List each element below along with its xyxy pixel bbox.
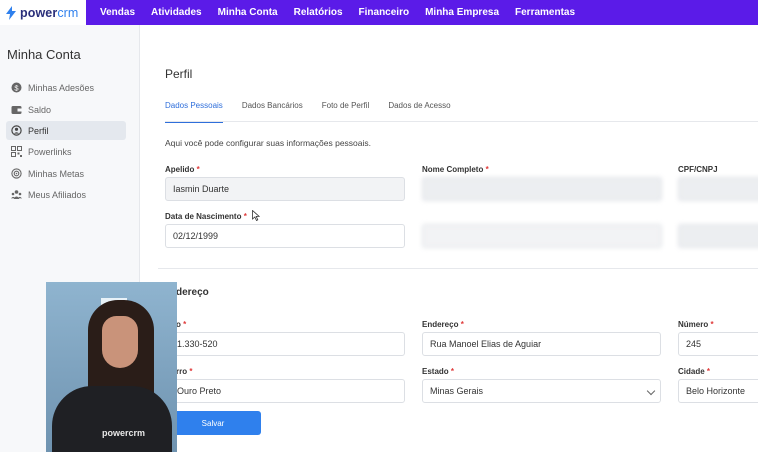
sidebar-item-label: Meus Afiliados bbox=[28, 189, 87, 200]
sidebar-title: Minha Conta bbox=[7, 47, 81, 62]
bairro-input[interactable]: Ouro Preto bbox=[165, 379, 405, 403]
sidebar-item-label: Minhas Metas bbox=[28, 168, 85, 179]
sidebar-item-powerlinks[interactable]: Powerlinks bbox=[6, 142, 126, 161]
main-nav: Vendas Atividades Minha Conta Relatórios… bbox=[100, 0, 591, 25]
sidebar-item-label: Powerlinks bbox=[28, 146, 72, 157]
brand-name: powercrm bbox=[20, 5, 79, 20]
section-divider bbox=[158, 268, 758, 269]
apelido-input[interactable]: Iasmin Duarte bbox=[165, 177, 405, 201]
cpf-cnpj-input[interactable] bbox=[678, 177, 758, 201]
blurred-field-1[interactable] bbox=[422, 224, 662, 248]
chevron-down-icon bbox=[646, 386, 656, 396]
shirt-logo-text: powercrm bbox=[102, 428, 146, 438]
sidebar-item-saldo[interactable]: Saldo bbox=[6, 100, 126, 119]
sidebar-item-meus-afiliados[interactable]: Meus Afiliados bbox=[6, 185, 126, 204]
nav-financeiro[interactable]: Financeiro bbox=[359, 7, 410, 18]
sidebar-item-perfil[interactable]: Perfil bbox=[6, 121, 126, 140]
address-section-title: dereço bbox=[176, 287, 209, 298]
nascimento-input[interactable]: 02/12/1999 bbox=[165, 224, 405, 248]
nav-ferramentas[interactable]: Ferramentas bbox=[515, 7, 575, 18]
sidebar-item-minhas-metas[interactable]: Minhas Metas bbox=[6, 164, 126, 183]
nav-minha-conta[interactable]: Minha Conta bbox=[218, 7, 278, 18]
webcam-overlay: powercrm bbox=[46, 282, 177, 452]
sidebar-item-label: Saldo bbox=[28, 104, 52, 115]
endereco-label: Endereço * bbox=[422, 320, 464, 329]
nav-relatorios[interactable]: Relatórios bbox=[294, 7, 343, 18]
numero-label: Número * bbox=[678, 320, 714, 329]
cpf-cnpj-label: CPF/CNPJ bbox=[678, 165, 718, 174]
apelido-label: Apelido * bbox=[165, 165, 200, 174]
nome-completo-label: Nome Completo * bbox=[422, 165, 489, 174]
numero-input[interactable]: 245 bbox=[678, 332, 758, 356]
nav-atividades[interactable]: Atividades bbox=[151, 7, 202, 18]
nome-completo-input[interactable] bbox=[422, 177, 662, 201]
save-button[interactable]: Salvar bbox=[165, 411, 261, 435]
bolt-icon bbox=[6, 5, 16, 20]
users-icon bbox=[11, 189, 22, 200]
top-navbar: powercrm Vendas Atividades Minha Conta R… bbox=[0, 0, 758, 25]
presenter-shirt bbox=[52, 386, 172, 452]
estado-select[interactable]: Minas Gerais bbox=[422, 379, 661, 403]
nascimento-label: Data de Nascimento * bbox=[165, 212, 247, 221]
nav-minha-empresa[interactable]: Minha Empresa bbox=[425, 7, 499, 18]
sidebar-item-label: Perfil bbox=[28, 125, 49, 136]
tab-dados-bancarios[interactable]: Dados Bancários bbox=[242, 101, 303, 123]
profile-tabs: Dados Pessoais Dados Bancários Foto de P… bbox=[165, 101, 470, 123]
main-content: Perfil Dados Pessoais Dados Bancários Fo… bbox=[140, 25, 758, 452]
blurred-field-2[interactable] bbox=[678, 224, 758, 248]
dollar-icon: $ bbox=[11, 82, 22, 93]
brand-logo[interactable]: powercrm bbox=[0, 0, 86, 25]
mouse-cursor-icon bbox=[252, 210, 260, 221]
wallet-icon bbox=[11, 104, 22, 115]
cep-input[interactable]: 1.330-520 bbox=[165, 332, 405, 356]
tabs-divider bbox=[165, 121, 758, 122]
page-title: Perfil bbox=[165, 67, 193, 81]
endereco-input[interactable]: Rua Manoel Elias de Aguiar bbox=[422, 332, 661, 356]
cidade-label: Cidade * bbox=[678, 367, 711, 376]
cep-label: o * bbox=[176, 320, 187, 329]
bairro-label: rro * bbox=[176, 367, 193, 376]
sidebar-item-minhas-adesoes[interactable]: $ Minhas Adesões bbox=[6, 78, 126, 97]
intro-text: Aqui você pode configurar suas informaçõ… bbox=[165, 138, 372, 148]
estado-label: Estado * bbox=[422, 367, 455, 376]
presenter-face bbox=[102, 316, 138, 368]
qr-icon bbox=[11, 146, 22, 157]
tab-foto-de-perfil[interactable]: Foto de Perfil bbox=[322, 101, 370, 123]
target-icon bbox=[11, 168, 22, 179]
cidade-input[interactable]: Belo Horizonte bbox=[678, 379, 758, 403]
tab-dados-pessoais[interactable]: Dados Pessoais bbox=[165, 101, 223, 123]
tab-dados-de-acesso[interactable]: Dados de Acesso bbox=[388, 101, 450, 123]
sidebar-item-label: Minhas Adesões bbox=[28, 82, 95, 93]
user-icon bbox=[11, 125, 22, 136]
nav-vendas[interactable]: Vendas bbox=[100, 7, 135, 18]
